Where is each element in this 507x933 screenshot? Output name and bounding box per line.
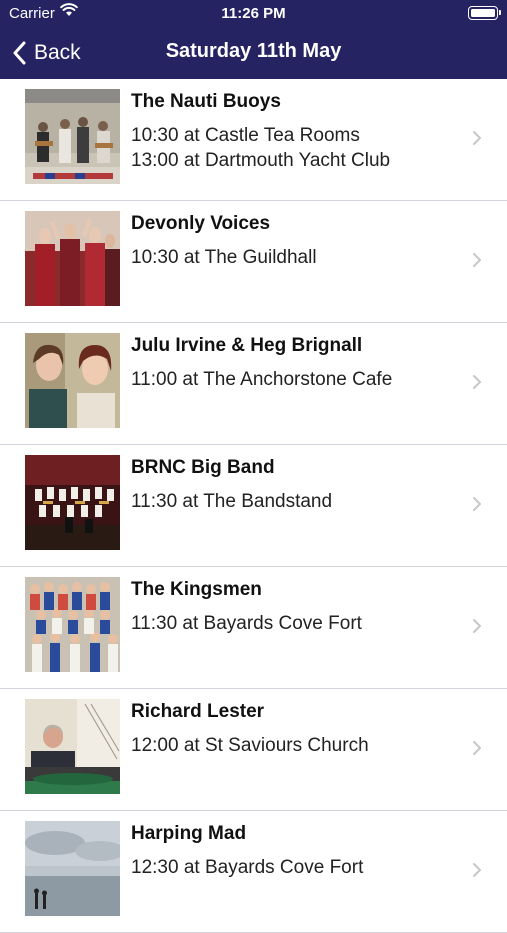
event-title: Harping Mad bbox=[131, 823, 247, 844]
event-time-venue: 12:30 at Bayards Cove Fort bbox=[131, 857, 364, 878]
event-photo bbox=[25, 577, 120, 672]
event-photo bbox=[25, 333, 120, 428]
header: Carrier 11:26 PM Back Saturday 11th May bbox=[0, 0, 507, 79]
chevron-right-icon bbox=[473, 863, 481, 877]
event-title: The Kingsmen bbox=[131, 579, 262, 600]
event-title: Julu Irvine & Heg Brignall bbox=[131, 335, 363, 356]
chevron-right-icon bbox=[473, 375, 481, 389]
page-title: Saturday 11th May bbox=[165, 40, 342, 62]
event-row[interactable]: BRNC Big Band 11:30 at The Bandstand bbox=[0, 445, 507, 567]
event-time-venue: 13:00 at Dartmouth Yacht Club bbox=[131, 150, 391, 171]
status-bar: Carrier 11:26 PM bbox=[0, 0, 507, 26]
event-time-venue: 12:00 at St Saviours Church bbox=[131, 735, 369, 756]
event-time-venue: 10:30 at Castle Tea Rooms bbox=[131, 125, 360, 146]
navigation-bar: Back Saturday 11th May bbox=[0, 26, 507, 79]
event-title: Richard Lester bbox=[131, 701, 265, 722]
event-title: Devonly Voices bbox=[131, 213, 271, 234]
status-time: 11:26 PM bbox=[221, 5, 286, 22]
chevron-right-icon bbox=[473, 619, 481, 633]
event-list: The Nauti Buoys 10:30 at Castle Tea Room… bbox=[0, 79, 507, 933]
event-row[interactable]: The Nauti Buoys 10:30 at Castle Tea Room… bbox=[0, 79, 507, 201]
event-photo bbox=[25, 821, 120, 916]
event-time-venue: 11:00 at The Anchorstone Cafe bbox=[131, 369, 393, 390]
event-time-venue: 11:30 at Bayards Cove Fort bbox=[131, 613, 362, 634]
chevron-right-icon bbox=[473, 741, 481, 755]
chevron-right-icon bbox=[473, 253, 481, 267]
battery-icon bbox=[468, 6, 501, 20]
chevron-right-icon bbox=[473, 131, 481, 145]
event-row[interactable]: Harping Mad 12:30 at Bayards Cove Fort bbox=[0, 811, 507, 933]
chevron-right-icon bbox=[473, 497, 481, 511]
event-photo bbox=[25, 699, 120, 794]
event-title: BRNC Big Band bbox=[131, 457, 275, 478]
event-time-venue: 11:30 at The Bandstand bbox=[131, 491, 333, 512]
event-row[interactable]: The Kingsmen 11:30 at Bayards Cove Fort bbox=[0, 567, 507, 689]
event-row[interactable]: Richard Lester 12:00 at St Saviours Chur… bbox=[0, 689, 507, 811]
event-photo bbox=[25, 89, 120, 184]
event-photo bbox=[25, 211, 120, 306]
event-row[interactable]: Devonly Voices 10:30 at The Guildhall bbox=[0, 201, 507, 323]
event-row[interactable]: Julu Irvine & Heg Brignall 11:00 at The … bbox=[0, 323, 507, 445]
event-photo bbox=[25, 455, 120, 550]
event-title: The Nauti Buoys bbox=[131, 91, 281, 112]
event-time-venue: 10:30 at The Guildhall bbox=[131, 247, 317, 268]
